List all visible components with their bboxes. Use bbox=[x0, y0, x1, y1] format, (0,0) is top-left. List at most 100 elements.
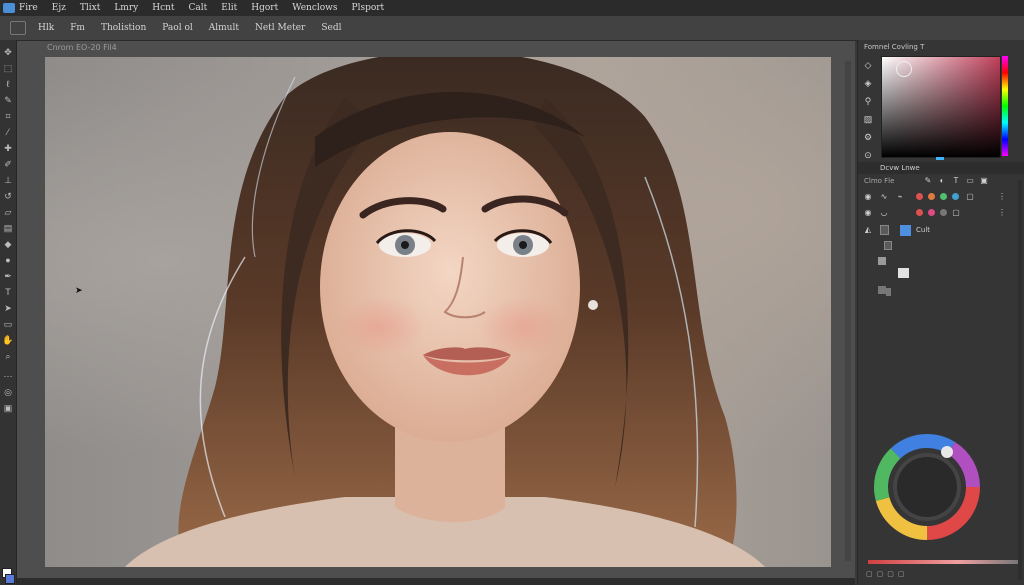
option-5[interactable]: Almult bbox=[209, 23, 239, 33]
healing-icon[interactable]: ✚ bbox=[2, 142, 14, 154]
gradient-icon[interactable]: ▤ bbox=[2, 222, 14, 234]
dodge-icon[interactable]: ● bbox=[2, 254, 14, 266]
option-3[interactable]: Tholistion bbox=[101, 23, 146, 33]
eyedropper-icon[interactable]: ⁄ bbox=[2, 126, 14, 138]
eye-icon[interactable]: ◉ bbox=[864, 209, 872, 217]
adjustments-icon[interactable]: ◈ bbox=[863, 78, 873, 88]
menu-layer[interactable]: Lmry bbox=[114, 3, 138, 13]
color-wheel[interactable] bbox=[872, 432, 982, 542]
gray-dot-icon[interactable] bbox=[940, 209, 947, 216]
layers-filter-label: Clmo Fle bbox=[864, 177, 895, 185]
color-panel-tabs[interactable]: Fomnel Covling T bbox=[864, 43, 924, 51]
lasso-icon[interactable]: ℓ bbox=[2, 78, 14, 90]
layer-mask-thumb[interactable] bbox=[884, 241, 892, 250]
brush-icon[interactable]: ✐ bbox=[2, 158, 14, 170]
filter-type-icon[interactable]: T bbox=[952, 177, 960, 185]
filter-adjust-icon[interactable]: ◐ bbox=[938, 177, 946, 185]
clone-stamp-icon[interactable]: ⊥ bbox=[2, 174, 14, 186]
quick-mask-icon[interactable]: ◎ bbox=[2, 386, 14, 398]
layer-name[interactable]: Cult bbox=[916, 226, 930, 234]
vertical-scrollbar[interactable] bbox=[845, 61, 851, 561]
blue-label-icon[interactable] bbox=[952, 193, 959, 200]
gradient-strip bbox=[868, 560, 1018, 564]
quick-select-icon[interactable]: ✎ bbox=[2, 94, 14, 106]
option-4[interactable]: Paol ol bbox=[162, 23, 192, 33]
mask-icon[interactable]: ◡ bbox=[880, 209, 888, 217]
type-icon[interactable]: T bbox=[2, 286, 14, 298]
menu-file[interactable]: Fire bbox=[19, 3, 38, 13]
square-icon[interactable]: ▢ bbox=[952, 209, 960, 217]
edit-toolbar-icon[interactable]: ⋯ bbox=[2, 370, 14, 382]
history-icon[interactable]: ◇ bbox=[863, 60, 873, 70]
layer-icon-small[interactable] bbox=[878, 257, 886, 265]
menu-filter[interactable]: Calt bbox=[189, 3, 208, 13]
path-select-icon[interactable]: ➤ bbox=[2, 302, 14, 314]
status-bar bbox=[17, 578, 855, 585]
background-color-swatch[interactable] bbox=[5, 574, 15, 584]
app-logo-icon bbox=[3, 3, 15, 13]
menu-text[interactable]: Tlixt bbox=[80, 3, 100, 13]
tool-preset-picker[interactable] bbox=[10, 21, 26, 35]
right-panel-dock: Fomnel Covling T ◇ ◈ ⚲ ▨ ⚙ ⊙ Dcvw Lnwe C… bbox=[857, 40, 1024, 585]
blur-icon[interactable]: ◆ bbox=[2, 238, 14, 250]
link-icon[interactable]: ∿ bbox=[880, 193, 888, 201]
brush-settings-icon[interactable]: ⚙ bbox=[863, 132, 873, 142]
fx-icon[interactable]: ⌁ bbox=[896, 193, 904, 201]
menu-3d[interactable]: Elit bbox=[221, 3, 237, 13]
layer-icon-small-3[interactable] bbox=[886, 288, 891, 296]
new-group-icon[interactable]: ▢ bbox=[966, 193, 974, 201]
filter-pixel-icon[interactable]: ✎ bbox=[924, 177, 932, 185]
color-wheel-graphic bbox=[874, 434, 980, 540]
marquee-icon[interactable]: ⬚ bbox=[2, 62, 14, 74]
eraser-icon[interactable]: ▱ bbox=[2, 206, 14, 218]
menu-edit[interactable]: Ejz bbox=[52, 3, 66, 13]
option-7[interactable]: Sedl bbox=[321, 23, 341, 33]
color-picker-field[interactable] bbox=[881, 56, 1001, 158]
red-label-icon[interactable] bbox=[916, 193, 923, 200]
tools-panel: ✥ ⬚ ℓ ✎ ⌗ ⁄ ✚ ✐ ⊥ ↺ ▱ ▤ ◆ ● ✒ T ➤ ▭ ✋ ⌕ … bbox=[0, 40, 17, 585]
pen-icon[interactable]: ✒ bbox=[2, 270, 14, 282]
zoom-icon[interactable]: ⌕ bbox=[2, 350, 14, 362]
crop-icon[interactable]: ⌗ bbox=[2, 110, 14, 122]
shape-icon[interactable]: ▭ bbox=[2, 318, 14, 330]
options-bar: Hlk Fm Tholistion Paol ol Almult Netl Me… bbox=[0, 16, 1024, 41]
color-indicator bbox=[936, 157, 944, 160]
green-label-icon[interactable] bbox=[940, 193, 947, 200]
pink-dot-icon[interactable] bbox=[928, 209, 935, 216]
menu-select[interactable]: Hcnt bbox=[152, 3, 174, 13]
tab-layers[interactable]: Dcvw Lnwe bbox=[880, 164, 920, 172]
cursor-icon: ➤ bbox=[75, 285, 83, 295]
option-2[interactable]: Fm bbox=[70, 23, 85, 33]
more-options-icon[interactable]: ⋮ bbox=[998, 193, 1006, 201]
properties-icon[interactable]: ▨ bbox=[863, 114, 873, 124]
layer-icon-small-2[interactable] bbox=[878, 286, 886, 294]
screen-mode-icon[interactable]: ▣ bbox=[2, 402, 14, 414]
history-brush-icon[interactable]: ↺ bbox=[2, 190, 14, 202]
document-area: Cnrom EO-20 Fil4 ➤ bbox=[17, 41, 855, 585]
visibility-icon[interactable]: ◭ bbox=[864, 226, 872, 234]
white-layer-swatch[interactable] bbox=[898, 268, 909, 278]
menu-help[interactable]: Plsport bbox=[352, 3, 385, 13]
document-tab[interactable]: Cnrom EO-20 Fil4 bbox=[47, 43, 117, 52]
more-icon[interactable]: ⋮ bbox=[998, 209, 1006, 217]
move-icon[interactable]: ✥ bbox=[2, 46, 14, 58]
filter-shape-icon[interactable]: ▭ bbox=[966, 177, 974, 185]
layer-color-swatch[interactable] bbox=[900, 225, 911, 236]
image-canvas[interactable]: ➤ bbox=[45, 57, 831, 567]
lock-icon[interactable]: ◉ bbox=[864, 193, 872, 201]
orange-label-icon[interactable] bbox=[928, 193, 935, 200]
hue-slider[interactable] bbox=[1002, 56, 1008, 156]
color-picker-ring[interactable] bbox=[896, 61, 912, 77]
menu-view[interactable]: Hgort bbox=[251, 3, 278, 13]
layer-thumbnail[interactable] bbox=[880, 225, 889, 235]
menu-window[interactable]: Wenclows bbox=[292, 3, 337, 13]
option-6[interactable]: Netl Meter bbox=[255, 23, 305, 33]
red-dot-icon[interactable] bbox=[916, 209, 923, 216]
hand-icon[interactable]: ✋ bbox=[2, 334, 14, 346]
panel-footer-icons: ▢▢▢▢ bbox=[866, 571, 909, 578]
panel-scrollbar[interactable] bbox=[1018, 180, 1022, 580]
filter-smart-icon[interactable]: ▣ bbox=[980, 177, 988, 185]
channels-icon[interactable]: ⊙ bbox=[863, 150, 873, 160]
option-1[interactable]: Hlk bbox=[38, 23, 54, 33]
paths-icon[interactable]: ⚲ bbox=[863, 96, 873, 106]
